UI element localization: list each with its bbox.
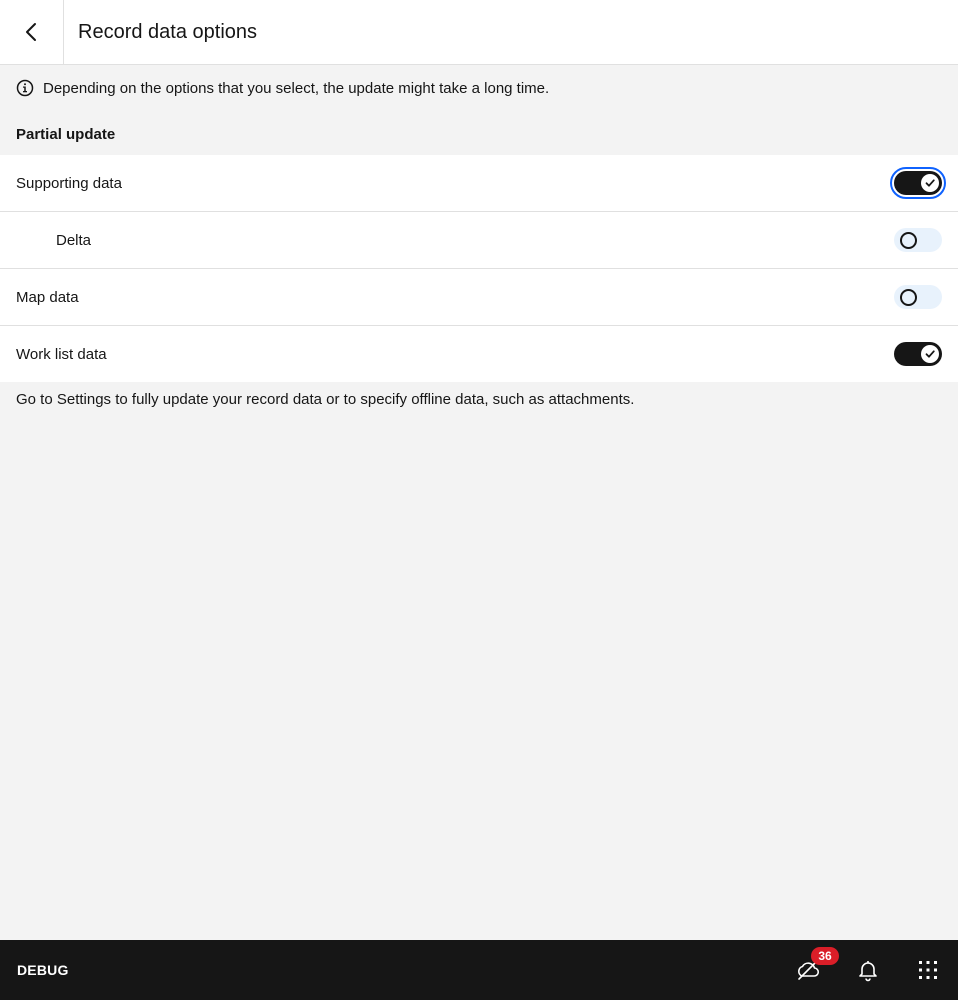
information-icon [16, 79, 34, 97]
bottom-bar-icons: 36 [778, 940, 958, 1000]
checkmark-icon [921, 174, 939, 192]
option-work-list-data[interactable]: Work list data [0, 326, 958, 382]
info-text: Depending on the options that you select… [43, 79, 550, 97]
page-title: Record data options [78, 20, 258, 43]
page-header: Record data options [0, 0, 958, 65]
toggle-knob [900, 231, 917, 249]
notification-bell-icon [856, 958, 880, 982]
app-switcher-icon [917, 959, 939, 981]
delta-toggle[interactable] [894, 228, 942, 252]
sync-count-badge: 36 [811, 947, 839, 965]
map-data-toggle[interactable] [894, 285, 942, 309]
chevron-left-icon [22, 22, 42, 42]
option-delta[interactable]: Delta [0, 212, 958, 269]
debug-label: DEBUG [17, 962, 69, 978]
notifications-button[interactable] [838, 940, 898, 1000]
toggle-knob [900, 288, 917, 306]
option-map-data[interactable]: Map data [0, 269, 958, 326]
option-label: Delta [56, 231, 92, 249]
option-label: Supporting data [16, 174, 122, 192]
checkmark-icon [921, 345, 939, 363]
bottom-bar: DEBUG 36 [0, 940, 958, 1000]
settings-note: Go to Settings to fully update your reco… [16, 391, 635, 408]
work-list-data-toggle[interactable] [894, 342, 942, 366]
supporting-data-toggle[interactable] [890, 167, 946, 199]
app-switcher-button[interactable] [898, 940, 958, 1000]
option-supporting-data[interactable]: Supporting data [0, 155, 958, 212]
option-label: Map data [16, 288, 79, 306]
sync-button[interactable]: 36 [778, 940, 839, 1000]
section-title: Partial update [16, 126, 116, 143]
option-label: Work list data [16, 345, 107, 363]
options-list: Supporting data Delta Map data Work list… [0, 155, 958, 382]
back-button[interactable] [0, 0, 64, 64]
info-message: Depending on the options that you select… [16, 79, 549, 97]
